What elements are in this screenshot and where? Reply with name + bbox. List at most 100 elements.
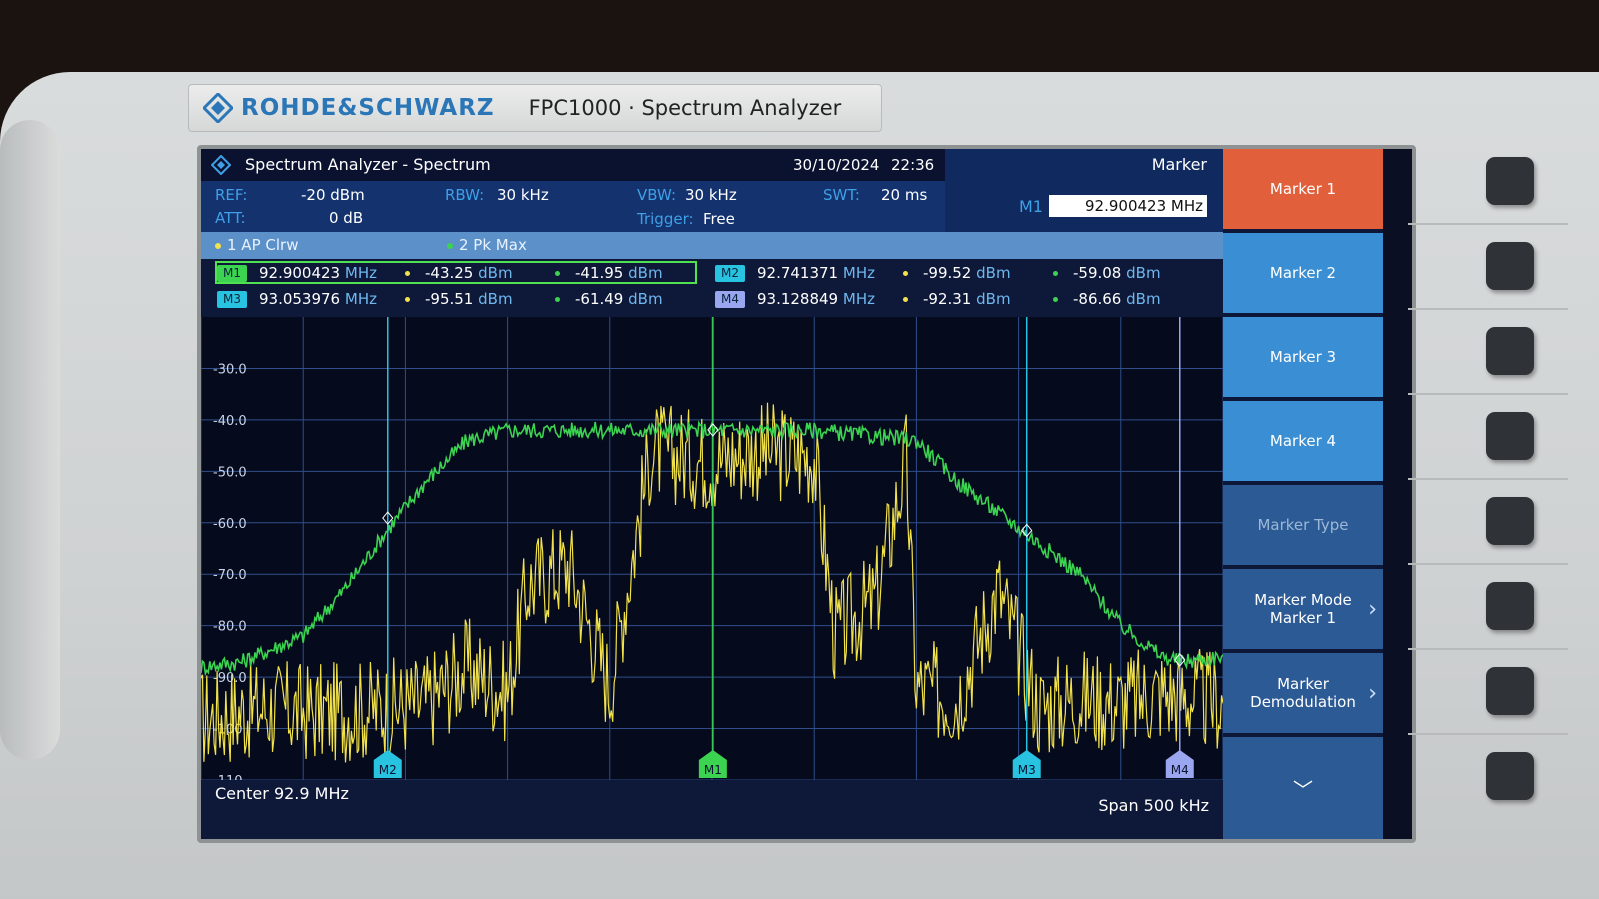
hardkey-button[interactable]	[1486, 242, 1534, 290]
hardkey-button[interactable]	[1486, 582, 1534, 630]
trace-1-dot	[405, 271, 410, 276]
panel-title: Marker	[1151, 155, 1207, 174]
softkey-marker-type[interactable]: Marker Type	[1223, 485, 1383, 565]
date: 30/10/2024	[793, 156, 880, 174]
marker-frequency-input[interactable]	[1049, 195, 1207, 217]
swt-label: SWT:	[823, 186, 860, 204]
center-frequency[interactable]: Center 92.9 MHz	[215, 784, 349, 803]
trace-2-dot	[1053, 297, 1058, 302]
vbw-label: VBW:	[637, 186, 677, 204]
trace-1-dot	[405, 297, 410, 302]
trigger-value[interactable]: Free	[703, 210, 735, 228]
ref-value[interactable]: -20 dBm	[301, 186, 365, 204]
chevron-down-icon: ﹀	[1293, 777, 1313, 802]
instrument-grip	[0, 120, 60, 760]
marker-tag: M1	[217, 264, 247, 282]
marker-level-trace2: -41.95 dBm	[575, 264, 663, 282]
att-label: ATT:	[215, 209, 246, 227]
rbw-label: RBW:	[445, 186, 485, 204]
trace-1-dot	[903, 297, 908, 302]
marker-level-trace2: -59.08 dBm	[1073, 264, 1161, 282]
chevron-right-icon: ›	[1368, 681, 1377, 706]
marker-level-trace1: -95.51 dBm	[425, 290, 513, 308]
trigger-label: Trigger:	[637, 210, 694, 228]
marker-edit-label: M1	[1019, 197, 1043, 216]
marker-row-m1[interactable]: M1 92.900423 MHz -43.25 dBm -41.95 dBm	[217, 261, 697, 285]
hardkey-button[interactable]	[1486, 667, 1534, 715]
model-name: FPC1000 · Spectrum Analyzer	[528, 96, 842, 120]
spectrum-chart[interactable]: -30.0-40.0-50.0-60.0-70.0-80.0-90.0-100-…	[201, 317, 1224, 789]
span[interactable]: Span 500 kHz	[1098, 796, 1209, 815]
marker-tag: M2	[715, 264, 745, 282]
softkey-marker-4[interactable]: Marker 4	[1223, 401, 1383, 481]
marker-freq: 93.053976 MHz	[258, 290, 377, 308]
rbw-value[interactable]: 30 kHz	[497, 186, 549, 204]
marker-level-trace1: -43.25 dBm	[425, 264, 513, 282]
hardkey-button[interactable]	[1486, 412, 1534, 460]
y-tick-label: -50.0	[213, 465, 247, 480]
hardkey-button[interactable]	[1486, 157, 1534, 205]
time: 22:36	[891, 156, 935, 174]
marker-flag-label: M4	[1171, 763, 1189, 777]
brand-plate: ROHDE&SCHWARZ FPC1000 · Spectrum Analyze…	[188, 84, 882, 132]
y-tick-label: -90.0	[213, 671, 247, 686]
trace-2-label[interactable]: 2 Pk Max	[447, 236, 527, 254]
y-tick-label: -40.0	[213, 414, 247, 429]
rohde-schwarz-logo-icon	[203, 93, 233, 123]
trace-2-dot	[555, 297, 560, 302]
marker-panel-header: Marker M1	[945, 149, 1223, 232]
marker-flag-label: M1	[704, 763, 722, 777]
marker-row-m4[interactable]: M4 93.128849 MHz -92.31 dBm -86.66 dBm	[715, 287, 1195, 311]
hardkey-4	[1408, 400, 1568, 480]
app-logo-icon	[211, 155, 231, 175]
marker-tag: M3	[217, 290, 247, 308]
chevron-right-icon: ›	[1368, 597, 1377, 622]
softkey-marker-3[interactable]: Marker 3	[1223, 317, 1383, 397]
hardkey-1	[1408, 145, 1568, 225]
hardkey-button[interactable]	[1486, 752, 1534, 800]
softkey-marker-demodulation[interactable]: Marker Demodulation ›	[1223, 653, 1383, 733]
marker-level-trace1: -99.52 dBm	[923, 264, 1011, 282]
hardkey-7	[1408, 655, 1568, 735]
marker-table: M1 92.900423 MHz -43.25 dBm -41.95 dBm M…	[201, 259, 1223, 317]
marker-row-m2[interactable]: M2 92.741371 MHz -99.52 dBm -59.08 dBm	[715, 261, 1195, 285]
trace-2-dot	[1053, 271, 1058, 276]
softkey-marker-2[interactable]: Marker 2	[1223, 233, 1383, 313]
softkey-more[interactable]: ﹀	[1223, 737, 1383, 839]
marker-flag-label: M3	[1018, 763, 1036, 777]
hardkey-5	[1408, 485, 1568, 565]
vbw-value[interactable]: 30 kHz	[685, 186, 737, 204]
hardkey-2	[1408, 230, 1568, 310]
trace-bar: 1 AP Clrw 2 Pk Max	[201, 232, 1223, 259]
ref-label: REF:	[215, 186, 248, 204]
trace-1-label[interactable]: 1 AP Clrw	[215, 236, 298, 254]
spectrum-plot[interactable]: -30.0-40.0-50.0-60.0-70.0-80.0-90.0-100-…	[201, 317, 1224, 789]
trace-2-dot	[447, 242, 453, 249]
hardkey-button[interactable]	[1486, 327, 1534, 375]
trace-2-dot	[555, 271, 560, 276]
display-screen: Spectrum Analyzer - Spectrum 30/10/2024 …	[197, 145, 1416, 843]
marker-freq: 93.128849 MHz	[756, 290, 875, 308]
marker-row-m3[interactable]: M3 93.053976 MHz -95.51 dBm -61.49 dBm	[217, 287, 697, 311]
marker-freq: 92.900423 MHz	[258, 264, 377, 282]
marker-flag-label: M2	[379, 763, 397, 777]
y-tick-label: -60.0	[213, 517, 247, 532]
trace-1-dot	[215, 242, 221, 249]
hardkey-3	[1408, 315, 1568, 395]
hardkey-button[interactable]	[1486, 497, 1534, 545]
hardkey-6	[1408, 570, 1568, 650]
app-title: Spectrum Analyzer - Spectrum	[245, 155, 491, 174]
marker-level-trace2: -86.66 dBm	[1073, 290, 1161, 308]
brand-name: ROHDE&SCHWARZ	[241, 95, 495, 121]
y-tick-label: -30.0	[213, 362, 247, 377]
softkey-marker-1[interactable]: Marker 1	[1223, 149, 1383, 229]
marker-tag: M4	[715, 290, 745, 308]
marker-freq: 92.741371 MHz	[756, 264, 875, 282]
hardkey-8	[1408, 740, 1568, 818]
y-tick-label: -80.0	[213, 620, 247, 635]
marker-level-trace1: -92.31 dBm	[923, 290, 1011, 308]
swt-value[interactable]: 20 ms	[881, 186, 927, 204]
softkey-marker-mode[interactable]: Marker Mode Marker 1 ›	[1223, 569, 1383, 649]
att-value[interactable]: 0 dB	[329, 209, 363, 227]
y-tick-label: -70.0	[213, 568, 247, 583]
